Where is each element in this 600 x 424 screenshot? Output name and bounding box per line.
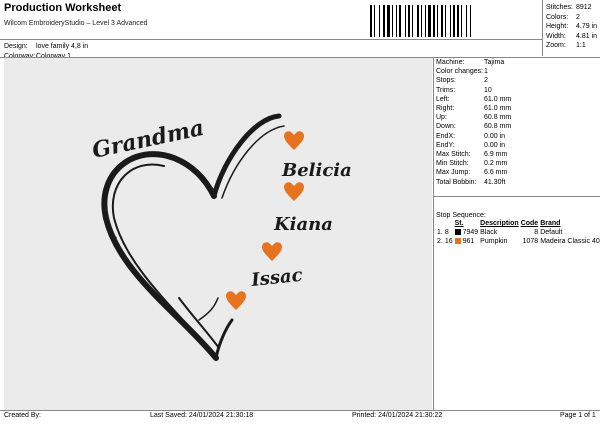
info-row: Machine: Tajima [436, 59, 505, 66]
panel-divider [433, 57, 434, 410]
footer-page: Page 1 of 1 [560, 412, 596, 419]
info-row: Total Bobbin: 41.30ft [436, 178, 506, 186]
footer-printed: Printed: 24/01/2024 21:30:22 [352, 412, 443, 419]
info-row: Trims: 10 [436, 86, 492, 94]
header-divider [0, 39, 542, 40]
name-text-3: Issac [249, 265, 303, 291]
barcode-image [370, 5, 471, 37]
info-row: Up: 60.8 mm [436, 114, 512, 122]
page-title: Production Worksheet [4, 2, 122, 14]
name-text-2: Kiana [273, 214, 333, 235]
stats-divider [542, 0, 543, 56]
footer-created-by: Created By: [4, 412, 41, 419]
stop-sequence: Stop Sequence: St. Description Code Bran… [436, 212, 600, 246]
stat-stitches: Stitches: 8912 [546, 4, 592, 11]
stat-zoom: Zoom: 1:1 [546, 42, 586, 49]
info-row: EndY: 0.00 in [436, 141, 506, 149]
stat-colors: Colors: 2 [546, 13, 580, 21]
info-row: Down: 60.8 mm [436, 123, 512, 131]
stop-table-header: St. Description Code Brand [436, 219, 600, 228]
machine-info: Machine: Tajima Color changes: 1 Stops: 2 T… [436, 58, 511, 187]
info-row: Stops: 2 [436, 77, 488, 85]
table-row: 2. 16 961 Pumpkin 1078 Madeira Classic 4… [437, 238, 600, 245]
embroidery-design: Grandma Belicia Kiana Issac [90, 113, 352, 361]
info-row: Max Jump: 6.6 mm [436, 169, 508, 177]
col-description: Description [480, 220, 519, 227]
table-row: 1. 8 7949 Black 8 Default [437, 229, 563, 236]
meta-design: Design: love family 4,8 in [4, 43, 89, 50]
software-subtitle: Wilcom EmbroideryStudio – Level 3 Advanc… [4, 20, 148, 27]
color-swatch [454, 238, 461, 245]
col-brand: Brand [540, 220, 561, 227]
info-row: Min Stitch: 0.2 mm [436, 160, 508, 168]
info-row: Left: 61.0 mm [436, 95, 512, 103]
info-divider [433, 196, 600, 197]
col-st: St. [454, 220, 464, 227]
stats-panel: Stitches: 8912 Colors: 2 Height: 4.79 in Wi… [546, 3, 597, 51]
info-row: Color changes: 1 [436, 68, 488, 76]
stat-width: Width: 4.81 in [546, 32, 598, 40]
stop-sequence-title: Stop Sequence: [436, 212, 486, 219]
info-row: EndX: 0.00 in [436, 132, 506, 140]
info-row: Right: 61.0 mm [436, 105, 512, 113]
stop-table: St. Description Code Brand 1. 8 7949 Bla… [436, 219, 600, 246]
footer-divider [0, 410, 600, 411]
stat-height: Height: 4.79 in [546, 23, 598, 30]
design-preview: Grandma Belicia Kiana Issac [4, 58, 432, 410]
color-swatch [454, 229, 461, 236]
name-text-1: Belicia [281, 160, 352, 181]
col-code: Code [520, 220, 539, 227]
info-row: Max Stitch: 6.9 mm [436, 151, 508, 159]
footer-last-saved: Last Saved: 24/01/2024 21:30:18 [150, 412, 254, 419]
